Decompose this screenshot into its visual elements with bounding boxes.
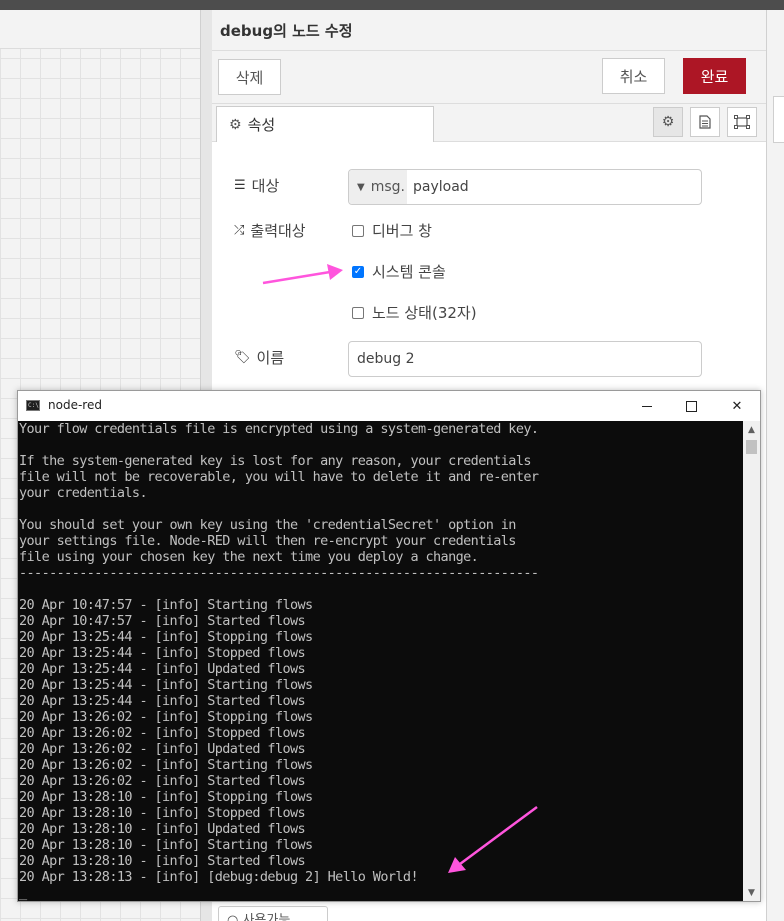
sidebar-strip (766, 10, 784, 921)
appearance-tab-button[interactable] (727, 107, 757, 137)
caret-down-icon: ▼ (357, 181, 365, 193)
settings-tab-button[interactable]: ⚙ (653, 107, 683, 137)
enabled-toggle[interactable]: ○ 사용가능 (218, 906, 328, 921)
gear-icon: ⚙ (229, 116, 242, 133)
system-console-checkbox[interactable]: ✓ (352, 265, 364, 278)
output-label-text: 출력대상 (250, 222, 306, 240)
output-system-console[interactable]: ✓ 시스템 콘솔 (352, 261, 446, 282)
shuffle-icon: ⤮ (234, 223, 245, 238)
maximize-icon (685, 400, 697, 412)
console-line: file will not be recoverable, you will h… (19, 469, 539, 485)
output-label: ⤮ 출력대상 (234, 220, 306, 241)
scroll-down-icon[interactable]: ▼ (743, 884, 760, 901)
console-line: 20 Apr 13:28:13 - [info] [debug:debug 2]… (19, 869, 419, 885)
node-status-label: 노드 상태(32자) (372, 304, 477, 322)
console-line: 20 Apr 13:25:44 - [info] Stopping flows (19, 629, 313, 645)
terminal-icon: C:\ (26, 400, 40, 411)
console-line: 20 Apr 13:26:02 - [info] Stopping flows (19, 709, 313, 725)
sidebar-tab[interactable] (773, 96, 784, 143)
delete-button[interactable]: 삭제 (218, 59, 281, 95)
console-titlebar[interactable]: C:\ node-red ✕ (18, 391, 760, 421)
console-line: _ (19, 885, 27, 901)
close-icon: ✕ (731, 398, 743, 414)
tab-properties[interactable]: ⚙ 속성 (216, 106, 434, 142)
target-label-text: 대상 (251, 177, 280, 195)
console-line: Your flow credentials file is encrypted … (19, 421, 539, 437)
console-line: 20 Apr 13:26:02 - [info] Updated flows (19, 741, 306, 757)
description-tab-button[interactable] (690, 107, 720, 137)
output-node-status[interactable]: 노드 상태(32자) (352, 302, 477, 323)
minimize-button[interactable] (624, 391, 670, 421)
name-label-text: 이름 (256, 349, 285, 367)
console-output[interactable]: Your flow credentials file is encrypted … (18, 421, 742, 901)
debug-window-checkbox[interactable] (352, 224, 364, 237)
console-line: ----------------------------------------… (19, 565, 539, 581)
console-line: You should set your own key using the 'c… (19, 517, 516, 533)
minimize-icon (642, 405, 652, 407)
target-label: ☰ 대상 (234, 175, 279, 196)
scroll-thumb[interactable] (746, 440, 757, 454)
target-type-selector[interactable]: ▼ msg. (349, 170, 407, 204)
scroll-up-icon[interactable]: ▲ (743, 421, 760, 438)
debug-window-label: 디버그 창 (372, 222, 432, 240)
console-line: 20 Apr 13:25:44 - [info] Updated flows (19, 661, 306, 677)
close-button[interactable]: ✕ (714, 391, 760, 421)
console-line: 20 Apr 13:25:44 - [info] Started flows (19, 693, 306, 709)
cancel-button[interactable]: 취소 (602, 58, 665, 94)
name-label: 🏷 이름 (234, 347, 284, 368)
console-line: 20 Apr 13:28:10 - [info] Started flows (19, 853, 306, 869)
target-value[interactable]: payload (407, 179, 469, 195)
target-prefix: msg. (370, 179, 405, 195)
console-line: 20 Apr 13:26:02 - [info] Stopped flows (19, 725, 306, 741)
list-icon: ☰ (234, 178, 246, 193)
console-line: file using your chosen key the next time… (19, 549, 479, 565)
console-line: 20 Apr 13:28:10 - [info] Updated flows (19, 821, 306, 837)
done-button[interactable]: 완료 (683, 58, 746, 94)
console-line: 20 Apr 13:26:02 - [info] Starting flows (19, 757, 313, 773)
tray-header: debug의 노드 수정 (212, 10, 766, 51)
console-line: 20 Apr 13:26:02 - [info] Started flows (19, 773, 306, 789)
output-debug-window[interactable]: 디버그 창 (352, 220, 432, 241)
tab-properties-label: 속성 (247, 116, 276, 134)
console-line: 20 Apr 10:47:57 - [info] Starting flows (19, 597, 313, 613)
console-line: 20 Apr 13:28:10 - [info] Stopped flows (19, 805, 306, 821)
tag-icon: 🏷 (234, 350, 251, 365)
tray-title: debug의 노드 수정 (220, 22, 353, 40)
target-input[interactable]: ▼ msg. payload (348, 169, 702, 205)
console-scrollbar[interactable]: ▲ ▼ (743, 421, 760, 901)
console-line: 20 Apr 10:47:57 - [info] Started flows (19, 613, 306, 629)
maximize-button[interactable] (668, 391, 714, 421)
name-input[interactable]: debug 2 (348, 341, 702, 377)
tray-toolbar: 삭제 취소 완료 (212, 51, 766, 104)
console-window[interactable]: C:\ node-red ✕ Your flow credentials fil… (17, 390, 761, 902)
console-line: your credentials. (19, 485, 148, 501)
system-console-label: 시스템 콘솔 (372, 263, 446, 281)
console-line: 20 Apr 13:25:44 - [info] Stopped flows (19, 645, 306, 661)
console-line: 20 Apr 13:28:10 - [info] Starting flows (19, 837, 313, 853)
top-bar (0, 0, 784, 10)
document-icon (699, 115, 711, 129)
tab-row: ⚙ 속성 ⚙ (212, 104, 766, 142)
gear-icon: ⚙ (661, 114, 675, 130)
console-line: 20 Apr 13:28:10 - [info] Stopping flows (19, 789, 313, 805)
node-status-checkbox[interactable] (352, 306, 364, 319)
console-title: node-red (48, 398, 102, 412)
frame-icon (734, 115, 750, 129)
console-line: your settings file. Node-RED will then r… (19, 533, 516, 549)
workspace-tab-bar (0, 10, 205, 49)
console-line: 20 Apr 13:25:44 - [info] Starting flows (19, 677, 313, 693)
console-line: If the system-generated key is lost for … (19, 453, 531, 469)
